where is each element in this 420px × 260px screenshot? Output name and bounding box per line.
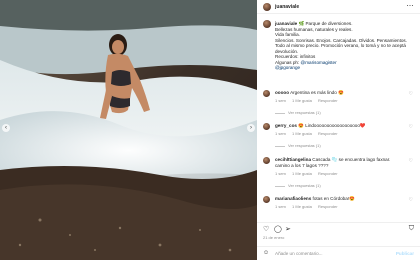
- comment-text: Argentina es más lindo 😍: [290, 90, 344, 95]
- like-heart-icon[interactable]: ♡: [409, 91, 413, 97]
- view-replies-button[interactable]: Ver respuestas (1): [275, 110, 321, 115]
- comment-item: marianafiaoliens fotas en Córdoba!😍 ♡ 1 …: [263, 196, 415, 220]
- comment-avatar[interactable]: [263, 90, 270, 97]
- comment-text: fotas en Córdoba!😍: [312, 196, 355, 201]
- caption-mention[interactable]: @marisomagister: [301, 60, 337, 65]
- comment-likes[interactable]: 1 Me gusta: [292, 98, 312, 103]
- caption-avatar[interactable]: [263, 20, 271, 28]
- comment-icon[interactable]: ◯: [274, 225, 282, 233]
- post-comment-button[interactable]: Publicar: [396, 251, 414, 256]
- caption-line: Algunas ph:: [275, 59, 300, 65]
- emoji-icon[interactable]: ☺: [263, 250, 269, 256]
- view-replies-button[interactable]: Ver respuestas (1): [275, 183, 321, 188]
- view-replies-label: Ver respuestas (1): [288, 143, 321, 148]
- previous-arrow-icon[interactable]: ‹: [2, 124, 10, 132]
- comment-likes[interactable]: 1 Me gusta: [292, 131, 312, 136]
- comment-avatar[interactable]: [263, 157, 270, 164]
- post-actions-bar: ♡ ◯ ➢ ⛉: [257, 222, 420, 234]
- comment-likes[interactable]: 1 Me gusta: [292, 204, 312, 209]
- heart-icon[interactable]: ♡: [263, 225, 269, 233]
- post-header: juanaviale ⋯: [257, 0, 420, 14]
- comment-item: ooooo Argentina es más lindo 😍 ♡ 1 sem 1…: [263, 90, 415, 115]
- comment-item: gerry_cos 😍 Lindoooooooooooooooooo❤️ ♡ 1…: [263, 123, 415, 148]
- comment-age: 1 sem: [275, 98, 286, 103]
- share-icon[interactable]: ➢: [285, 225, 291, 233]
- post-photo[interactable]: ‹ ›: [0, 0, 257, 260]
- add-comment-bar: ☺ Añade un comentario... Publicar: [257, 246, 420, 260]
- comment-username[interactable]: marianafiaoliens: [275, 196, 311, 201]
- more-horizontal-icon[interactable]: ⋯: [407, 2, 415, 10]
- reply-button[interactable]: Responder: [318, 171, 338, 176]
- comment-username[interactable]: ooooo: [275, 90, 289, 95]
- caption-line: Todo al mismo precio. Promoción verano, …: [275, 43, 406, 48]
- comment-age: 1 sem: [275, 171, 286, 176]
- comment-text: 😍 Lindoooooooooooooooooo❤️: [298, 123, 366, 128]
- author-username[interactable]: juanaviale: [275, 4, 299, 10]
- bookmark-icon[interactable]: ⛉: [409, 225, 414, 233]
- comment-item: cecihlttiangelina Cascada 🫧 se encuentra…: [263, 157, 415, 188]
- reply-button[interactable]: Responder: [318, 98, 338, 103]
- reply-button[interactable]: Responder: [318, 204, 338, 209]
- view-replies-label: Ver respuestas (1): [288, 183, 321, 188]
- comment-likes[interactable]: 1 Me gusta: [292, 171, 312, 176]
- post-date: 21 de enero: [263, 235, 285, 240]
- comment-username[interactable]: cecihlttiangelina: [275, 157, 311, 162]
- comment-age: 1 sem: [275, 204, 286, 209]
- author-avatar[interactable]: [263, 3, 271, 11]
- comment-avatar[interactable]: [263, 196, 270, 203]
- comment-avatar[interactable]: [263, 123, 270, 130]
- view-replies-label: Ver respuestas (1): [288, 110, 321, 115]
- photo-waterfall-image: [0, 0, 257, 260]
- like-heart-icon[interactable]: ♡: [409, 158, 413, 164]
- next-arrow-icon[interactable]: ›: [247, 124, 255, 132]
- view-replies-button[interactable]: Ver respuestas (1): [275, 143, 321, 148]
- comment-age: 1 sem: [275, 131, 286, 136]
- comment-username[interactable]: gerry_cos: [275, 123, 297, 128]
- like-heart-icon[interactable]: ♡: [409, 197, 413, 203]
- comment-input[interactable]: Añade un comentario...: [275, 251, 323, 256]
- caption-mention[interactable]: @jpgorange: [275, 65, 415, 71]
- like-heart-icon[interactable]: ♡: [409, 124, 413, 130]
- caption-username[interactable]: juanaviale: [275, 21, 297, 26]
- reply-button[interactable]: Responder: [318, 131, 338, 136]
- caption-line: 🌿 Parque de diversiones.: [298, 21, 353, 26]
- post-details-panel: juanaviale ⋯ juanaviale 🌿 Parque de dive…: [257, 0, 420, 260]
